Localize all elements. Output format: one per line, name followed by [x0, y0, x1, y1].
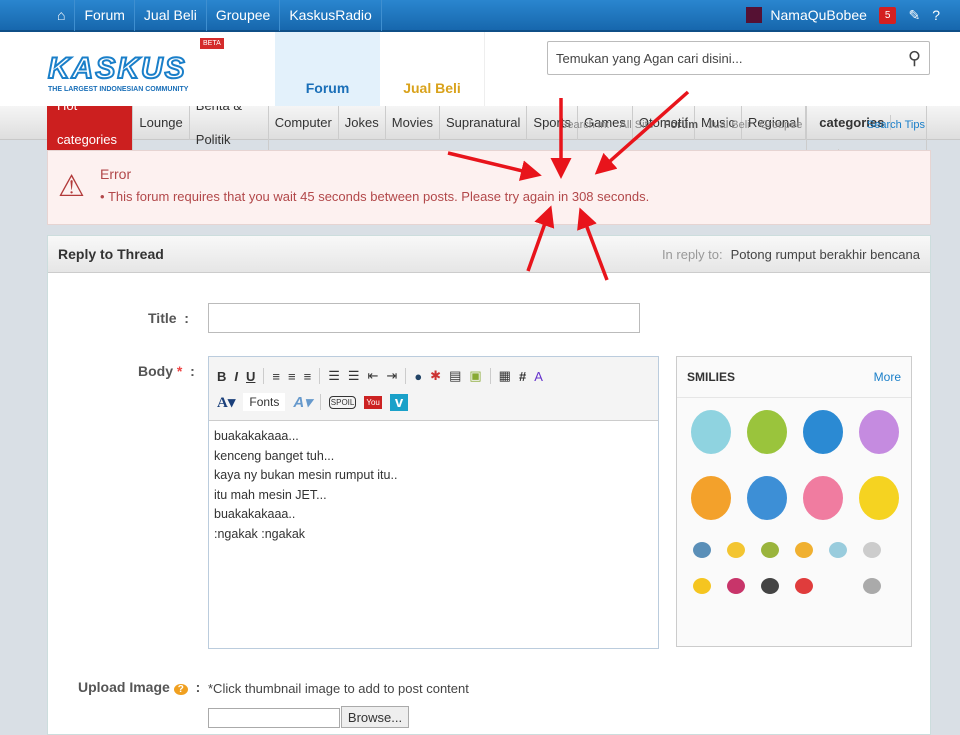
annotation-arrows	[447, 90, 690, 281]
arrow	[577, 207, 609, 281]
arrow	[447, 151, 542, 181]
arrow	[594, 90, 690, 175]
arrow	[526, 205, 555, 272]
